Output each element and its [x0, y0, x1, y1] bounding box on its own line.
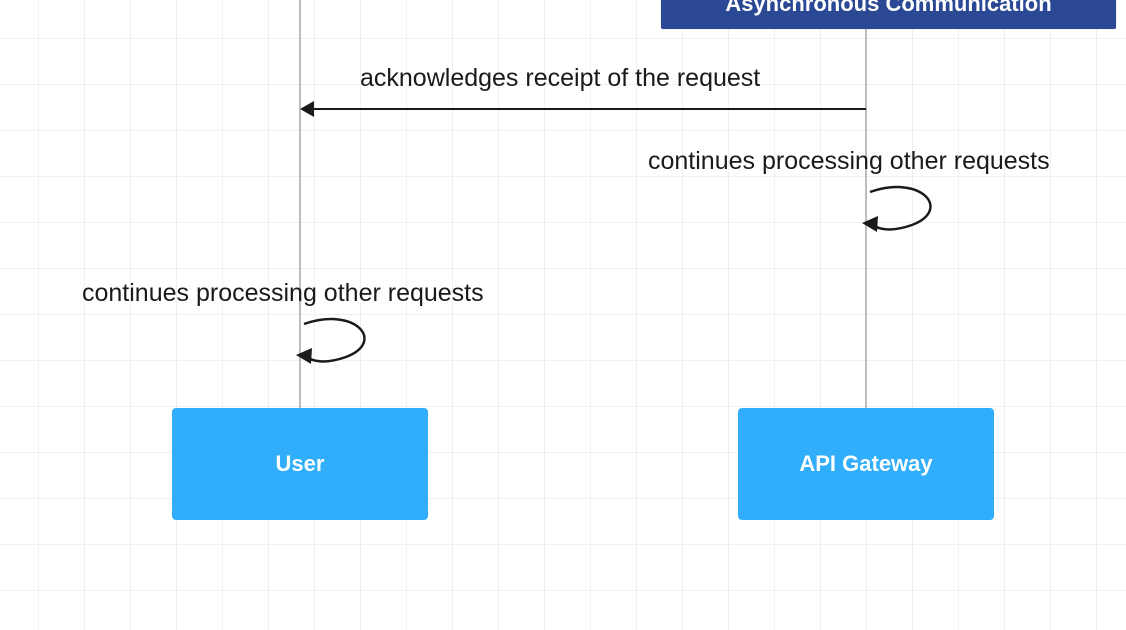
message-api-loop-arrow: [862, 180, 952, 240]
actor-gateway-label: API Gateway: [799, 451, 932, 477]
diagram-canvas: Asynchronous Communication acknowledges …: [0, 0, 1126, 630]
actor-user: User: [172, 408, 428, 520]
message-ack-label: acknowledges receipt of the request: [360, 64, 760, 93]
actor-user-label: User: [276, 451, 325, 477]
message-user-loop-arrow: [296, 312, 386, 372]
actor-api-gateway: API Gateway: [738, 408, 994, 520]
message-ack-arrow: [312, 108, 866, 110]
note-async-communication: Asynchronous Communication: [661, 0, 1116, 29]
note-label: Asynchronous Communication: [725, 0, 1051, 17]
message-api-loop-label: continues processing other requests: [648, 147, 1050, 176]
message-user-loop-label: continues processing other requests: [82, 279, 484, 308]
message-ack-arrowhead: [300, 101, 314, 117]
